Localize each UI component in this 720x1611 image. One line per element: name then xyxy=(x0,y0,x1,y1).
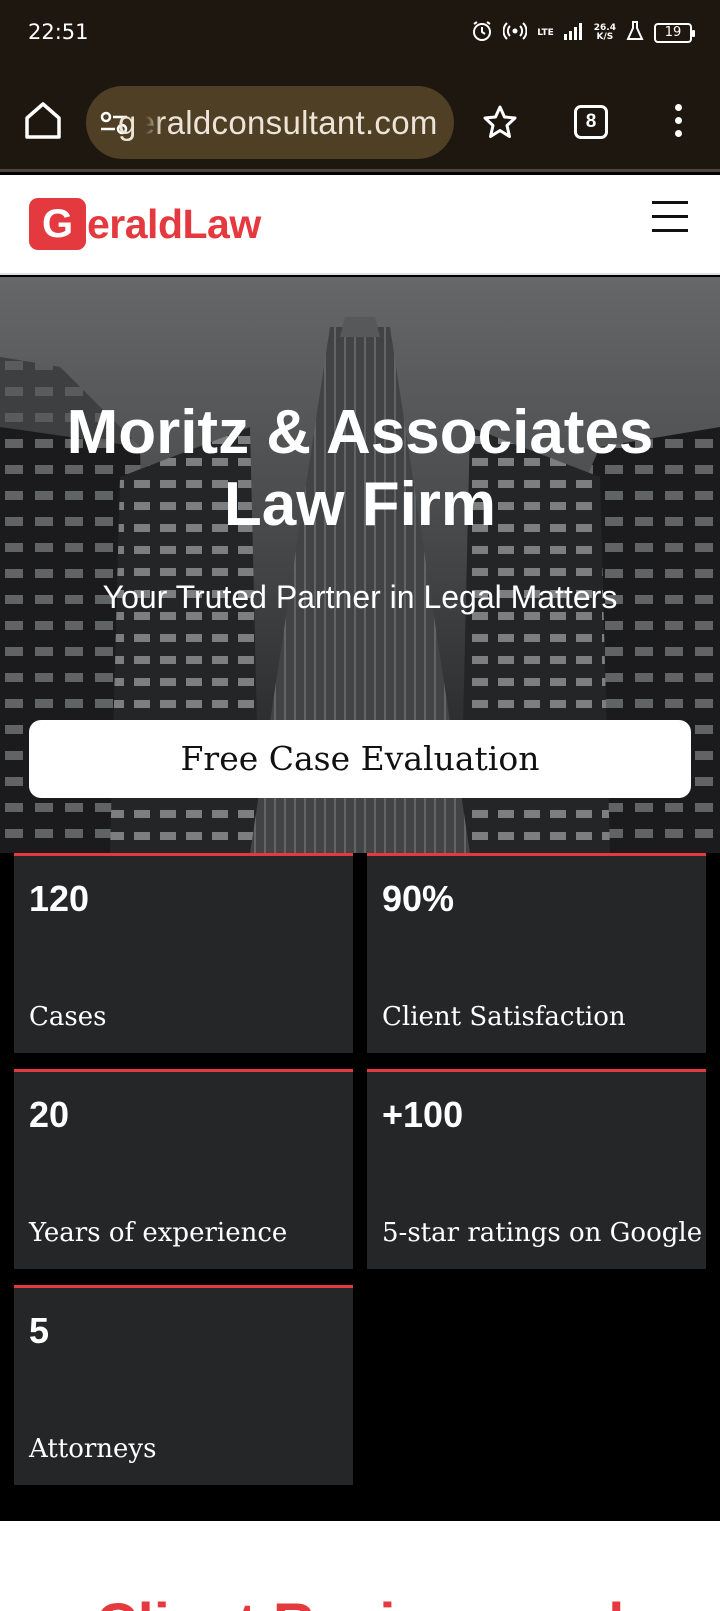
hero-section: Moritz & Associates Law Firm Your Truted… xyxy=(0,277,720,853)
stat-value: 90% xyxy=(382,878,455,919)
stat-label: Client Satisfaction xyxy=(382,1002,626,1032)
flask-icon xyxy=(626,21,644,45)
stat-card-ratings: +100 5-star ratings on Google xyxy=(367,1069,706,1269)
hero-title-line: Law Firm xyxy=(223,470,497,539)
hamburger-menu-icon[interactable] xyxy=(652,201,688,233)
dot xyxy=(674,130,682,137)
battery-indicator: 19 xyxy=(654,23,695,43)
stat-value: 20 xyxy=(29,1094,70,1135)
site-logo[interactable]: G eraldLaw xyxy=(29,198,261,250)
home-button[interactable] xyxy=(22,100,64,140)
stats-section: 120 Cases 90% Client Satisfaction 20 Yea… xyxy=(0,853,720,1521)
stat-label: Cases xyxy=(29,1002,107,1032)
status-bar: 22:51 LTE 26.4 K/S 19 xyxy=(0,0,720,66)
status-time: 22:51 xyxy=(28,20,89,44)
stat-value: 5 xyxy=(29,1310,50,1351)
star-icon xyxy=(483,105,517,138)
alarm-icon xyxy=(471,20,493,46)
address-bar[interactable]: geraldconsultant.com xyxy=(86,86,454,159)
logo-badge: G xyxy=(29,198,86,250)
dot xyxy=(674,104,682,111)
tab-switcher-button[interactable]: 8 xyxy=(574,105,608,139)
stat-card-attorneys: 5 Attorneys xyxy=(14,1285,353,1485)
logo-text: eraldLaw xyxy=(87,200,261,247)
dot xyxy=(674,117,682,124)
home-icon xyxy=(25,102,61,139)
url-text: geraldconsultant.com xyxy=(118,104,438,141)
browser-toolbar: geraldconsultant.com 8 xyxy=(0,66,720,172)
hero-title: Moritz & Associates Law Firm xyxy=(0,397,720,541)
stat-card-cases: 120 Cases xyxy=(14,853,353,1053)
stat-card-satisfaction: 90% Client Satisfaction xyxy=(367,853,706,1053)
site-header: G eraldLaw xyxy=(0,175,720,275)
hotspot-icon xyxy=(502,22,528,44)
free-case-evaluation-button[interactable]: Free Case Evaluation xyxy=(29,720,691,798)
signal-icon xyxy=(563,22,584,44)
hero-subtitle: Your Truted Partner in Legal Matters xyxy=(102,579,618,615)
reviews-section: Client Reviews and xyxy=(0,1521,720,1611)
hero-title-line: Moritz & Associates xyxy=(66,398,654,467)
stat-label: Attorneys xyxy=(29,1434,157,1464)
overflow-menu-button[interactable] xyxy=(670,104,686,140)
bookmark-button[interactable] xyxy=(482,104,518,140)
hamburger-line xyxy=(652,215,688,218)
stat-label: Years of experience xyxy=(29,1218,288,1248)
hamburger-line xyxy=(652,201,688,204)
network-speed: 26.4 K/S xyxy=(593,23,616,42)
stat-card-experience: 20 Years of experience xyxy=(14,1069,353,1269)
status-icons: LTE 26.4 K/S 19 xyxy=(471,20,695,46)
reviews-title: Client Reviews and xyxy=(0,1591,720,1611)
stat-label: 5-star ratings on Google xyxy=(382,1218,703,1248)
hamburger-line xyxy=(652,229,688,232)
network-type: LTE xyxy=(537,27,554,38)
url-fade xyxy=(134,86,162,159)
stat-value: 120 xyxy=(29,878,90,919)
stat-value: +100 xyxy=(382,1094,464,1135)
